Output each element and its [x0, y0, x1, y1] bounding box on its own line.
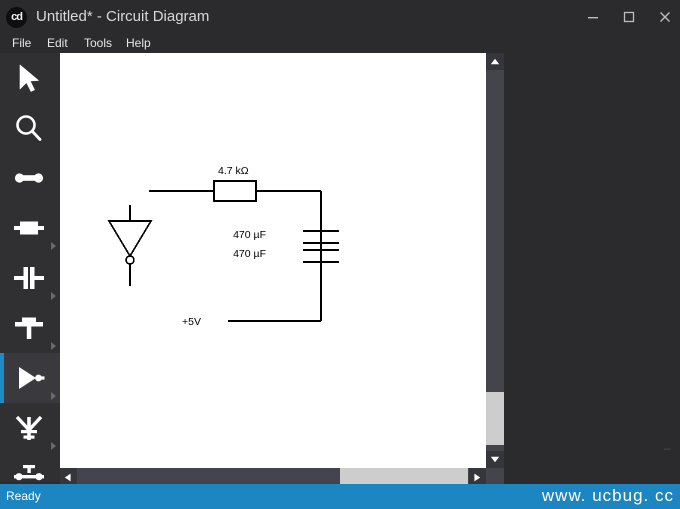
chevron-left-icon — [64, 473, 71, 482]
menu-item-edit[interactable]: Edit — [41, 33, 74, 53]
resize-hint-icon: – — [664, 443, 671, 455]
maximize-button[interactable] — [611, 0, 647, 33]
tool-antenna[interactable] — [0, 403, 60, 453]
circuit-diagram-window: cd Untitled* - Circuit Diagram File Edit… — [0, 0, 680, 509]
close-icon — [660, 12, 670, 22]
minimize-icon — [588, 17, 598, 19]
supply-rail-label: +5V — [182, 316, 201, 328]
tool-select[interactable] — [0, 53, 60, 103]
resistor-body — [213, 180, 257, 202]
vertical-scrollbar[interactable] — [486, 53, 504, 468]
maximize-icon — [623, 11, 635, 23]
not-gate-body — [107, 220, 153, 258]
wire-icon — [0, 153, 60, 203]
chevron-right-icon — [51, 392, 56, 400]
tool-zoom[interactable] — [0, 103, 60, 153]
scroll-up-button[interactable] — [486, 53, 504, 70]
scrollbar-corner — [486, 468, 504, 485]
scroll-down-button[interactable] — [486, 451, 504, 468]
horizontal-scroll-thumb[interactable] — [340, 468, 468, 485]
chevron-down-icon — [490, 456, 500, 463]
magnifier-icon — [0, 103, 60, 153]
window-title: Untitled* - Circuit Diagram — [36, 8, 210, 25]
menu-item-help[interactable]: Help — [120, 33, 157, 53]
watermark-text: www. ucbug. cc — [541, 486, 674, 505]
title-bar: cd Untitled* - Circuit Diagram — [0, 0, 680, 33]
chevron-right-icon — [51, 442, 56, 450]
toolbox-rail — [0, 53, 60, 482]
menu-item-file[interactable]: File — [6, 33, 37, 53]
chevron-right-icon — [51, 292, 56, 300]
scroll-right-button[interactable] — [469, 468, 486, 485]
tool-logic-gate[interactable] — [0, 353, 60, 403]
horizontal-scrollbar[interactable] — [60, 468, 486, 485]
status-message: Ready — [6, 489, 41, 503]
chevron-right-icon — [51, 242, 56, 250]
scroll-left-button[interactable] — [60, 468, 77, 485]
resistor-label: 4.7 kΩ — [218, 165, 249, 177]
chevron-up-icon — [490, 58, 500, 65]
menu-item-tools[interactable]: Tools — [78, 33, 118, 53]
tool-wire[interactable] — [0, 153, 60, 203]
menu-bar: File Edit Tools Help — [0, 33, 680, 53]
circuit-schematic: 4.7 kΩ 470 µF 470 µF +5V — [107, 165, 339, 328]
capacitor-2-label: 470 µF — [233, 248, 266, 260]
app-logo-icon: cd — [6, 7, 27, 28]
capacitor-1-label: 470 µF — [233, 229, 266, 241]
close-button[interactable] — [647, 0, 680, 33]
tool-resistor[interactable] — [0, 203, 60, 253]
tool-capacitor[interactable] — [0, 253, 60, 303]
chevron-right-icon — [474, 473, 481, 482]
not-gate-bubble — [125, 255, 135, 265]
drawing-canvas[interactable]: 4.7 kΩ 470 µF 470 µF +5V — [60, 53, 486, 468]
right-empty-pane — [504, 53, 680, 482]
vertical-scroll-thumb[interactable] — [486, 392, 504, 445]
chevron-right-icon — [51, 342, 56, 350]
status-bar: Ready www. ucbug. cc — [0, 484, 680, 509]
minimize-button[interactable] — [575, 0, 611, 33]
tool-transistor[interactable] — [0, 303, 60, 353]
cursor-arrow-icon — [0, 53, 60, 103]
